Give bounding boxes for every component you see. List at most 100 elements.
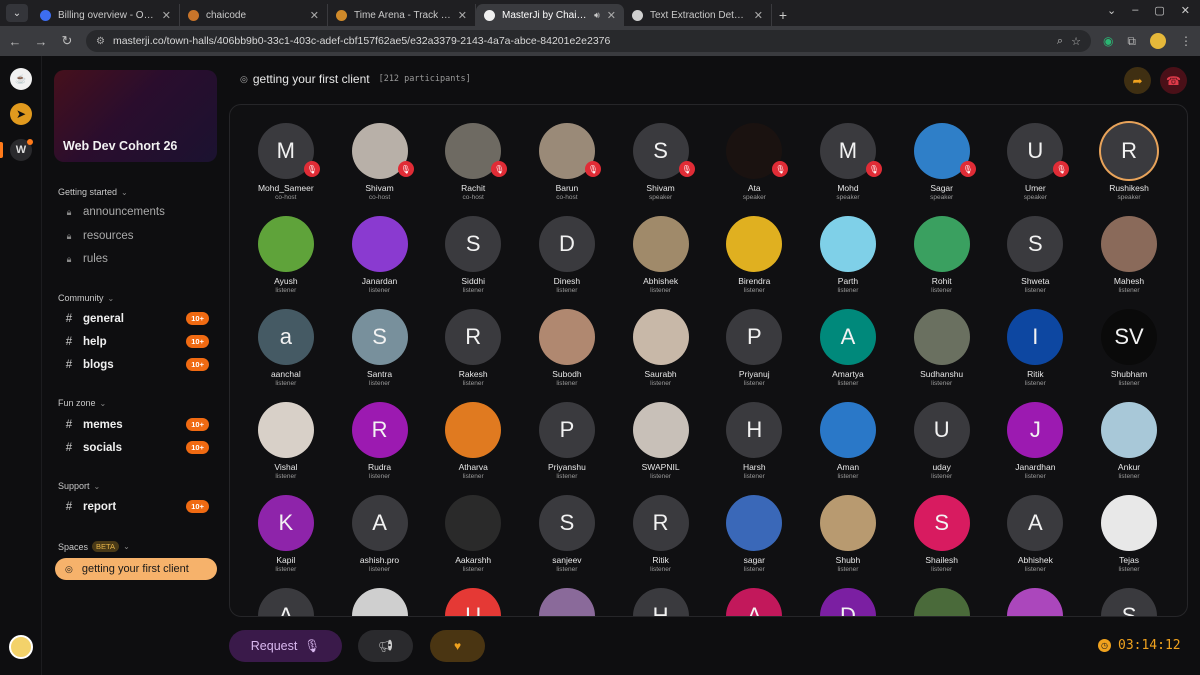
new-tab-button[interactable]: + xyxy=(772,4,794,26)
participant-tile[interactable]: Uuday listener xyxy=(895,402,989,495)
leave-call-button[interactable]: ☎ xyxy=(1160,67,1187,94)
section-spaces[interactable]: Spaces BETA ⌄ xyxy=(58,541,130,552)
participant-tile[interactable]: S 🎙︎ Shivam speaker xyxy=(614,123,708,216)
participant-tile[interactable]: Aashish.pro listener xyxy=(333,495,427,588)
channel-announcements[interactable]: 🔒︎ announcements xyxy=(64,206,165,218)
tab-close-icon[interactable]: ✕ xyxy=(310,9,319,22)
participant-tile[interactable]: S Shailesh listener xyxy=(895,495,989,588)
extension-green-icon[interactable]: ◉ xyxy=(1103,34,1113,48)
participant-tile[interactable]: Aakarshh listener xyxy=(426,495,520,588)
participant-tile[interactable]: Ayush listener xyxy=(239,216,333,309)
participant-tile[interactable]: Abhishek listener xyxy=(614,216,708,309)
participant-tile[interactable]: I Ritik listener xyxy=(989,309,1083,402)
request-to-speak-button[interactable]: Request 🎙︎ xyxy=(229,630,342,662)
profile-avatar[interactable] xyxy=(1150,33,1166,49)
participant-tile[interactable]: S xyxy=(1082,588,1176,616)
participant-tile[interactable]: Parth listener xyxy=(801,216,895,309)
participant-tile[interactable]: Shubh listener xyxy=(801,495,895,588)
participant-tile[interactable]: 🎙︎ Rachit co-host xyxy=(426,123,520,216)
maximize-icon[interactable]: ▢ xyxy=(1154,4,1164,17)
participant-tile[interactable]: Saurabh listener xyxy=(614,309,708,402)
section-getting-started[interactable]: Getting started ⌄ xyxy=(58,187,128,197)
site-info-icon[interactable]: ⚙ xyxy=(96,36,105,47)
participant-tile[interactable]: Tejas listener xyxy=(1082,495,1176,588)
forward-icon[interactable]: → xyxy=(34,34,48,49)
browser-tab[interactable]: Billing overview - OpenAI AP ✕ xyxy=(32,4,180,26)
share-button[interactable]: ➦ xyxy=(1124,67,1151,94)
channel-socials[interactable]: # socials 10+ xyxy=(64,441,209,454)
participant-tile[interactable] xyxy=(333,588,427,616)
tab-close-icon[interactable]: ✕ xyxy=(458,9,467,22)
participant-tile[interactable]: 🎙︎ Barun co-host xyxy=(520,123,614,216)
participant-tile[interactable]: U 🎙︎ Umer speaker xyxy=(989,123,1083,216)
participant-tile[interactable]: S Santra listener xyxy=(333,309,427,402)
participant-tile[interactable]: H xyxy=(614,588,708,616)
bookmark-star-icon[interactable]: ☆ xyxy=(1071,35,1081,48)
browser-menu-icon[interactable]: ⋮ xyxy=(1180,34,1192,48)
extensions-puzzle-icon[interactable]: ⧉ xyxy=(1127,34,1136,49)
participant-tile[interactable] xyxy=(895,588,989,616)
participant-tile[interactable] xyxy=(989,588,1083,616)
participant-tile[interactable]: Mahesh listener xyxy=(1082,216,1176,309)
participant-tile[interactable]: P Priyanuj listener xyxy=(707,309,801,402)
section-fun-zone[interactable]: Fun zone ⌄ xyxy=(58,398,106,408)
section-community[interactable]: Community ⌄ xyxy=(58,293,114,303)
chaicode-logo-icon[interactable]: ☕ xyxy=(10,68,32,90)
channel-resources[interactable]: 🔒︎ resources xyxy=(64,230,134,242)
tab-search-chevron-icon[interactable]: ⌄ xyxy=(6,4,28,22)
browser-tab[interactable]: chaicode ✕ xyxy=(180,4,328,26)
channel-general[interactable]: # general 10+ xyxy=(64,312,209,325)
channel-memes[interactable]: # memes 10+ xyxy=(64,418,209,431)
tab-close-icon[interactable]: ✕ xyxy=(754,9,763,22)
participant-tile[interactable]: H Harsh listener xyxy=(707,402,801,495)
channel-report[interactable]: # report 10+ xyxy=(64,500,209,513)
participant-tile[interactable]: 🎙︎ Shivam co-host xyxy=(333,123,427,216)
participant-tile[interactable]: 🎙︎ Ata speaker xyxy=(707,123,801,216)
participant-tile[interactable]: J Janardhan listener xyxy=(989,402,1083,495)
announce-button[interactable]: 📢︎ xyxy=(358,630,413,662)
tab-close-icon[interactable]: ✕ xyxy=(607,9,616,22)
close-window-icon[interactable]: ✕ xyxy=(1181,4,1190,17)
tab-list-icon[interactable]: ⌄ xyxy=(1107,4,1116,17)
participant-tile[interactable]: SV Shubham listener xyxy=(1082,309,1176,402)
participant-tile[interactable]: U xyxy=(426,588,520,616)
participant-tile[interactable]: M 🎙︎ Mohd_Sameer co-host xyxy=(239,123,333,216)
space-item-active[interactable]: ◎ getting your first client xyxy=(55,558,217,580)
participant-tile[interactable]: D Dinesh listener xyxy=(520,216,614,309)
compass-icon[interactable]: ➤ xyxy=(10,103,32,125)
participant-tile[interactable]: Vishal listener xyxy=(239,402,333,495)
participant-tile[interactable]: Aman listener xyxy=(801,402,895,495)
participant-tile[interactable]: Janardan listener xyxy=(333,216,427,309)
participant-tile[interactable]: Sudhanshu listener xyxy=(895,309,989,402)
reload-icon[interactable]: ↻ xyxy=(60,33,74,49)
participant-tile[interactable]: A xyxy=(239,588,333,616)
zoom-icon[interactable]: ⌕ xyxy=(1057,35,1063,48)
cohort-banner[interactable]: Web Dev Cohort 26 xyxy=(54,70,217,162)
minimize-icon[interactable]: – xyxy=(1132,4,1138,17)
back-icon[interactable]: ← xyxy=(8,34,22,49)
participant-tile[interactable]: R Rudra listener xyxy=(333,402,427,495)
participant-tile[interactable]: Subodh listener xyxy=(520,309,614,402)
participant-tile[interactable]: R Ritik listener xyxy=(614,495,708,588)
channel-rules[interactable]: 🔒︎ rules xyxy=(64,253,108,265)
participant-tile[interactable]: sagar listener xyxy=(707,495,801,588)
tab-audio-icon[interactable]: 🔊︎ xyxy=(594,10,600,21)
participant-tile[interactable]: 🎙︎ Sagar speaker xyxy=(895,123,989,216)
participant-tile[interactable]: Ankur listener xyxy=(1082,402,1176,495)
channel-blogs[interactable]: # blogs 10+ xyxy=(64,358,209,371)
participant-tile[interactable]: S Shweta listener xyxy=(989,216,1083,309)
participant-tile[interactable]: M 🎙︎ Mohd speaker xyxy=(801,123,895,216)
participant-tile[interactable]: SWAPNIL listener xyxy=(614,402,708,495)
participant-tile[interactable]: Rohit listener xyxy=(895,216,989,309)
participant-tile[interactable]: R Rushikesh speaker xyxy=(1082,123,1176,216)
participant-tile[interactable]: A Abhishek listener xyxy=(989,495,1083,588)
participant-tile[interactable]: Birendra listener xyxy=(707,216,801,309)
participant-tile[interactable]: Ssanjeev listener xyxy=(520,495,614,588)
participant-tile[interactable]: S Siddhi listener xyxy=(426,216,520,309)
section-support[interactable]: Support ⌄ xyxy=(58,481,100,491)
reaction-heart-button[interactable]: ♥ xyxy=(430,630,485,662)
participant-tile[interactable]: D xyxy=(801,588,895,616)
user-avatar[interactable] xyxy=(9,635,33,659)
participant-tile[interactable]: P Priyanshu listener xyxy=(520,402,614,495)
url-field[interactable]: ⚙ masterji.co/town-halls/406bb9b0-33c1-4… xyxy=(86,30,1091,52)
